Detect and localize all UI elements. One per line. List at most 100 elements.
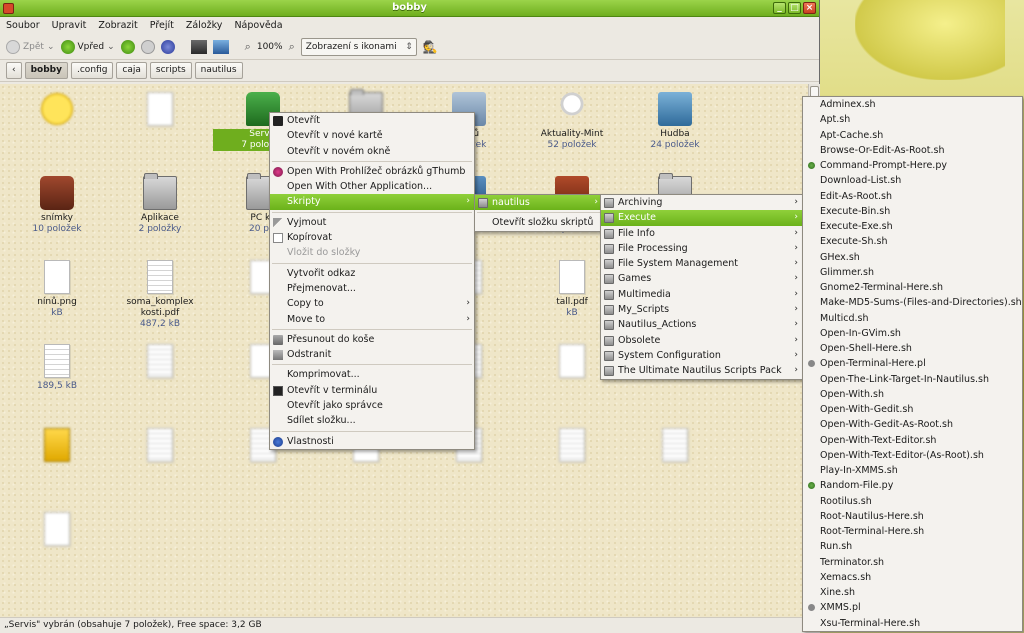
file-icon-item[interactable] — [110, 92, 210, 129]
menu-item[interactable]: File Info › — [601, 226, 802, 241]
file-icon-item[interactable]: Aktuality-Mint 52 položek — [522, 92, 622, 151]
script-item[interactable]: Open-With-Gedit.sh — [803, 402, 1022, 417]
menu-item[interactable]: Nautilus_Actions › — [601, 317, 802, 332]
crumb-bobby[interactable]: bobby — [24, 62, 68, 79]
menu-item[interactable]: Open With Other Application... — [270, 179, 474, 194]
script-item[interactable]: Apt.sh — [803, 112, 1022, 127]
menu-item[interactable]: Execute › — [601, 210, 802, 226]
spy-icon[interactable]: 🕵 — [423, 40, 438, 54]
menu-item[interactable]: Games › — [601, 271, 802, 286]
crumb-scripts[interactable]: scripts — [149, 62, 192, 79]
up-arrow-icon[interactable] — [120, 39, 135, 54]
script-item[interactable]: Root-Terminal-Here.sh — [803, 524, 1022, 539]
menu-item[interactable]: Sdílet složku... — [270, 413, 474, 428]
script-item[interactable]: Command-Prompt-Here.py — [803, 158, 1022, 173]
menu-item[interactable]: Otevřít v terminálu — [270, 383, 474, 398]
menu-item[interactable]: Otevřít jako správce — [270, 398, 474, 413]
script-item[interactable]: Browse-Or-Edit-As-Root.sh — [803, 143, 1022, 158]
zoom-in-icon[interactable]: ⌕ — [289, 40, 295, 54]
script-item[interactable]: Open-With.sh — [803, 387, 1022, 402]
file-icon-item[interactable] — [7, 512, 107, 549]
script-item[interactable]: Open-In-GVim.sh — [803, 326, 1022, 341]
file-icon-item[interactable] — [7, 92, 107, 129]
menu-item[interactable]: Přejmenovat... — [270, 281, 474, 296]
script-item[interactable]: Glimmer.sh — [803, 265, 1022, 280]
script-item[interactable]: Random-File.py — [803, 478, 1022, 493]
file-icon-item[interactable]: Hudba 24 položek — [625, 92, 725, 151]
script-item[interactable]: Open-With-Text-Editor.sh — [803, 433, 1022, 448]
zoom-out-icon[interactable]: ⌕ — [245, 40, 251, 54]
script-item[interactable]: Multicd.sh — [803, 311, 1022, 326]
menu-item[interactable]: Multimedia › — [601, 287, 802, 302]
file-icon-item[interactable]: snímky 10 položek — [7, 176, 107, 235]
script-item[interactable]: Gnome2-Terminal-Here.sh — [803, 280, 1022, 295]
crumb-caja[interactable]: caja — [116, 62, 147, 79]
script-item[interactable]: Edit-As-Root.sh — [803, 189, 1022, 204]
file-icon-item[interactable] — [110, 428, 210, 465]
menu-item[interactable]: Vyjmout — [270, 215, 474, 230]
menu-item[interactable]: The Ultimate Nautilus Scripts Pack › — [601, 363, 802, 378]
close-button[interactable]: × — [803, 2, 816, 14]
menu-item[interactable]: Open With Prohlížeč obrázků gThumb — [270, 164, 474, 179]
script-item[interactable]: Xsu-Terminal-Here.sh — [803, 616, 1022, 631]
path-back-arrow[interactable]: ‹ — [6, 62, 22, 79]
title-bar[interactable]: bobby _ □ × — [0, 0, 819, 17]
forward-button[interactable]: Vpřed ⌄ — [60, 39, 115, 54]
menu-item[interactable]: File Processing › — [601, 241, 802, 256]
maximize-button[interactable]: □ — [788, 2, 801, 14]
script-item[interactable]: Run.sh — [803, 539, 1022, 554]
menu-item[interactable]: Vytvořit odkaz — [270, 266, 474, 281]
script-item[interactable]: Terminator.sh — [803, 555, 1022, 570]
script-item[interactable]: Execute-Exe.sh — [803, 219, 1022, 234]
script-item[interactable]: XMMS.pl — [803, 600, 1022, 615]
menu-item[interactable]: Otevřít v novém okně — [270, 144, 474, 159]
menu-item[interactable]: Move to › — [270, 312, 474, 327]
menu-5[interactable]: Nápověda — [234, 20, 282, 31]
file-icon-item[interactable] — [110, 344, 210, 381]
script-item[interactable]: Play-In-XMMS.sh — [803, 463, 1022, 478]
minimize-button[interactable]: _ — [773, 2, 786, 14]
crumb-nautilus[interactable]: nautilus — [194, 62, 243, 79]
menu-3[interactable]: Přejít — [150, 20, 174, 31]
file-icon-item[interactable]: nínů.png kB — [7, 260, 107, 319]
menu-item[interactable]: Obsolete › — [601, 333, 802, 348]
script-item[interactable]: Open-Shell-Here.sh — [803, 341, 1022, 356]
script-item[interactable]: Execute-Bin.sh — [803, 204, 1022, 219]
menu-item[interactable]: System Configuration › — [601, 348, 802, 363]
script-item[interactable]: Xine.sh — [803, 585, 1022, 600]
crumb-config[interactable]: .config — [71, 62, 114, 79]
menu-item[interactable]: Otevřít v nové kartě — [270, 128, 474, 143]
file-icon-item[interactable]: Aplikace 2 položky — [110, 173, 210, 235]
script-item[interactable]: Apt-Cache.sh — [803, 128, 1022, 143]
script-item[interactable]: Root-Nautilus-Here.sh — [803, 509, 1022, 524]
file-icon-item[interactable]: 189,5 kB — [7, 344, 107, 392]
menu-2[interactable]: Zobrazit — [98, 20, 137, 31]
menu-item[interactable]: Archiving › — [601, 195, 802, 210]
menu-item[interactable]: Skripty › — [270, 194, 474, 210]
stop-icon[interactable] — [140, 39, 155, 54]
menu-item[interactable]: nautilus › — [475, 195, 602, 211]
menu-0[interactable]: Soubor — [6, 20, 40, 31]
file-icon-item[interactable] — [7, 428, 107, 465]
script-item[interactable]: Execute-Sh.sh — [803, 234, 1022, 249]
menu-1[interactable]: Upravit — [52, 20, 87, 31]
script-item[interactable]: Download-List.sh — [803, 173, 1022, 188]
reload-icon[interactable] — [160, 39, 175, 54]
menu-item[interactable]: Odstranit — [270, 347, 474, 362]
file-icon-item[interactable] — [625, 428, 725, 465]
script-item[interactable]: Open-Terminal-Here.pl — [803, 356, 1022, 371]
file-icon-item[interactable]: soma_komplex kosti.pdf 487,2 kB — [110, 260, 210, 330]
script-item[interactable]: Open-With-Gedit-As-Root.sh — [803, 417, 1022, 432]
script-item[interactable]: Adminex.sh — [803, 97, 1022, 112]
file-icon-item[interactable] — [522, 428, 622, 465]
menu-4[interactable]: Záložky — [186, 20, 223, 31]
menu-item[interactable]: Otevřít — [270, 113, 474, 128]
menu-item[interactable]: Kopírovat — [270, 230, 474, 245]
script-item[interactable]: GHex.sh — [803, 250, 1022, 265]
menu-item[interactable]: File System Management › — [601, 256, 802, 271]
script-item[interactable]: Xemacs.sh — [803, 570, 1022, 585]
computer-icon[interactable] — [212, 39, 229, 54]
menu-item[interactable]: Přesunout do koše — [270, 332, 474, 347]
menu-item[interactable]: Komprimovat... — [270, 367, 474, 382]
script-item[interactable]: Make-MD5-Sums-(Files-and-Directories).sh — [803, 295, 1022, 310]
